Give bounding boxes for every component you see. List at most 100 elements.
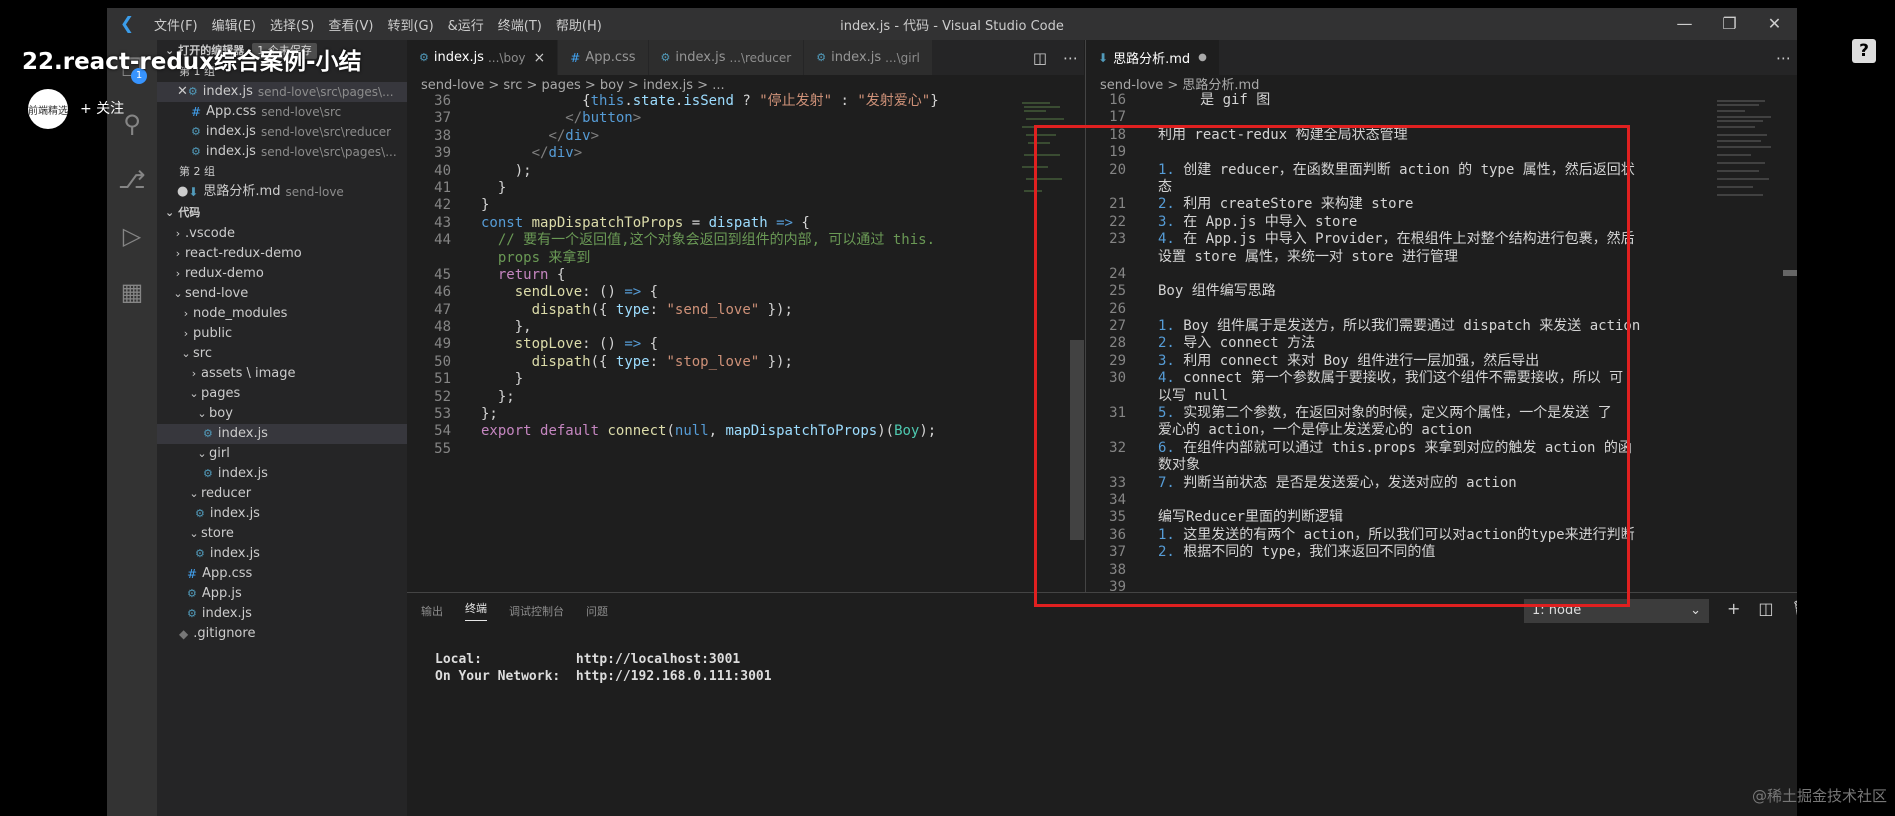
tree-item[interactable]: ⌄ store bbox=[157, 524, 407, 544]
tree-item[interactable]: ◆ .gitignore bbox=[157, 624, 407, 644]
explorer-sidebar: ⌄ 打开的编辑器 1 个未保存 第 1 组 ✕ ⚙ index.js send-lo… bbox=[157, 40, 407, 816]
tree-item[interactable]: # App.css bbox=[157, 564, 407, 584]
minimap[interactable] bbox=[1020, 97, 1070, 207]
line-number: 52 bbox=[434, 388, 451, 405]
tree-item[interactable]: ⌄ girl bbox=[157, 444, 407, 464]
more-actions-icon[interactable]: ⋯ bbox=[1063, 49, 1078, 67]
menu-item[interactable]: 转到(G) bbox=[380, 15, 440, 34]
scrollbar-right[interactable] bbox=[1783, 270, 1797, 276]
unsaved-dot-icon[interactable]: ● bbox=[1198, 52, 1207, 63]
tree-item[interactable]: ⌄ pages bbox=[157, 384, 407, 404]
open-editor-item[interactable]: ⚙ index.js send-love\src\pages\... bbox=[157, 142, 407, 162]
menu-item[interactable]: 文件(F) bbox=[147, 15, 205, 34]
minimap-right[interactable] bbox=[1715, 97, 1775, 207]
tab-index-js[interactable]: ⚙ index.js ...\boy × bbox=[407, 40, 559, 75]
help-icon[interactable]: ? bbox=[1852, 39, 1876, 63]
tree-item[interactable]: ⚙ App.js bbox=[157, 584, 407, 604]
tab-path: ...\reducer bbox=[729, 50, 792, 65]
panel-tab[interactable]: 调试控制台 bbox=[509, 603, 564, 619]
close-window-icon[interactable]: ✕ bbox=[1752, 8, 1797, 40]
md-content: 爱心的 action，一个是停止发送爱心的 action bbox=[1158, 422, 1473, 439]
line-number: 42 bbox=[434, 197, 451, 214]
open-editor-item[interactable]: ✕ ⚙ index.js send-love\src\pages\... bbox=[157, 82, 407, 102]
tree-item-label: src bbox=[193, 346, 212, 361]
tree-item[interactable]: ⚙ index.js bbox=[157, 504, 407, 524]
tab-App-css[interactable]: # App.css bbox=[558, 40, 649, 75]
gitignore-file-icon: ◆ bbox=[179, 627, 189, 641]
tree-item[interactable]: ⌄ src bbox=[157, 344, 407, 364]
title-bar: ❮ 文件(F) 编辑(E) 选择(S) 查看(V) 转到(G) &运行 终端(T) 帮助(H)… bbox=[107, 8, 1797, 40]
extensions-icon[interactable]: ▦ bbox=[107, 264, 157, 320]
code-text: } bbox=[481, 197, 490, 214]
md-text: 2. 导入 connect 方法 bbox=[1158, 335, 1315, 352]
menu-item[interactable]: 选择(S) bbox=[263, 15, 321, 34]
menu-item[interactable]: &运行 bbox=[441, 15, 491, 34]
code-line: 38 </div> bbox=[407, 128, 1084, 145]
tree-item[interactable]: › node_modules bbox=[157, 304, 407, 324]
split-terminal-icon[interactable]: ◫ bbox=[1758, 599, 1773, 618]
tab-path: ...\girl bbox=[885, 50, 920, 65]
run-debug-icon[interactable]: ▷ bbox=[107, 208, 157, 264]
md-line: 29 3. 利用 connect 来对 Boy 组件进行一层加强，然后导出 bbox=[1086, 353, 1797, 370]
code-line: 42} bbox=[407, 197, 1084, 214]
md-line: 31 5. 实现第二个参数，在返回对象的时候，定义两个属性，一个是发送 了 bbox=[1086, 405, 1797, 422]
tree-item[interactable]: › .vscode bbox=[157, 224, 407, 244]
tree-item[interactable]: ⚙ index.js bbox=[157, 604, 407, 624]
menu-item[interactable]: 查看(V) bbox=[321, 15, 380, 34]
source-control-icon[interactable]: ⎇ bbox=[107, 152, 157, 208]
terminal-select-value: 1: node bbox=[1532, 603, 1582, 618]
menu-item[interactable]: 帮助(H) bbox=[549, 15, 609, 34]
tree-item[interactable]: › redux-demo bbox=[157, 264, 407, 284]
tree-item-label: reducer bbox=[201, 486, 252, 501]
code-line: 37 </button> bbox=[407, 110, 1084, 127]
tree-item[interactable]: ⌄ reducer bbox=[157, 484, 407, 504]
terminal-output[interactable]: Local: http://localhost:3001 On Your Netw… bbox=[407, 634, 1797, 685]
list-number: 1. bbox=[1158, 318, 1175, 335]
trash-icon[interactable]: 🗑 bbox=[1792, 599, 1797, 618]
terminal-select[interactable]: 1: node ⌄ bbox=[1524, 599, 1709, 623]
code-text: </button> bbox=[565, 110, 642, 127]
follow-button[interactable]: + 关注 bbox=[80, 98, 124, 118]
scrollbar[interactable] bbox=[1070, 340, 1084, 540]
minimize-icon[interactable]: — bbox=[1662, 8, 1707, 40]
tree-item[interactable]: ⚙ index.js bbox=[157, 424, 407, 444]
panel-tab[interactable]: 输出 bbox=[421, 603, 443, 619]
code-editor[interactable]: 36 {this.state.isSend ? "停止发射" : "发射爱心"}… bbox=[407, 93, 1084, 458]
code-line: 51 } bbox=[407, 371, 1084, 388]
tree-item[interactable]: ⚙ index.js bbox=[157, 544, 407, 564]
restore-icon[interactable]: ❐ bbox=[1707, 8, 1752, 40]
menu-item[interactable]: 编辑(E) bbox=[205, 15, 263, 34]
js-file-icon: ⚙ bbox=[191, 145, 201, 158]
open-editor-item[interactable]: ⚙ index.js send-love\src\reducer bbox=[157, 122, 407, 142]
close-icon[interactable]: ✕ bbox=[177, 82, 188, 102]
panel-tab[interactable]: 终端 bbox=[465, 600, 487, 621]
markdown-editor[interactable]: 16 是 gif 图 17 18 利用 react-redux 构建全局状态管理 19 2… bbox=[1086, 92, 1797, 596]
tab-markdown[interactable]: ⬇ 思路分析.md ● bbox=[1086, 40, 1220, 75]
code-text: export default connect(null, mapDispatch… bbox=[481, 423, 937, 440]
tree-item[interactable]: ⚙ index.js bbox=[157, 464, 407, 484]
split-editor-icon[interactable]: ◫ bbox=[1033, 49, 1047, 67]
tree-item[interactable]: ⌄ boy bbox=[157, 404, 407, 424]
code-text: ); bbox=[514, 162, 532, 179]
md-text: 利用 react-redux 构建全局状态管理 bbox=[1158, 127, 1408, 144]
tab-index-js[interactable]: ⚙ index.js ...\reducer bbox=[648, 40, 805, 75]
tree-item-label: index.js bbox=[209, 546, 260, 561]
js-file-icon: ⚙ bbox=[203, 467, 213, 480]
tree-item[interactable]: ⌄ send-love bbox=[157, 284, 407, 304]
workspace-header[interactable]: ⌄ 代码 bbox=[157, 202, 407, 224]
open-editor-item[interactable]: # App.css send-love\src bbox=[157, 102, 407, 122]
tab-index-js[interactable]: ⚙ index.js ...\girl bbox=[804, 40, 933, 75]
tree-item[interactable]: › public bbox=[157, 324, 407, 344]
add-terminal-icon[interactable]: + bbox=[1727, 599, 1740, 618]
tree-item[interactable]: › assets \ image bbox=[157, 364, 407, 384]
more-actions-icon[interactable]: ⋯ bbox=[1776, 49, 1791, 67]
line-number: 45 bbox=[434, 266, 451, 283]
avatar[interactable]: 前端精选 bbox=[28, 89, 68, 129]
tree-item[interactable]: › react-redux-demo bbox=[157, 244, 407, 264]
md-content: 创建 reducer，在函数里面判断 action 的 type 属性，然后返回… bbox=[1174, 161, 1635, 178]
close-icon[interactable]: × bbox=[534, 50, 546, 66]
panel-tab[interactable]: 问题 bbox=[586, 603, 608, 619]
menu-item[interactable]: 终端(T) bbox=[491, 15, 549, 34]
open-editor-item[interactable]: ● ⬇ 思路分析.md send-love bbox=[157, 182, 407, 202]
